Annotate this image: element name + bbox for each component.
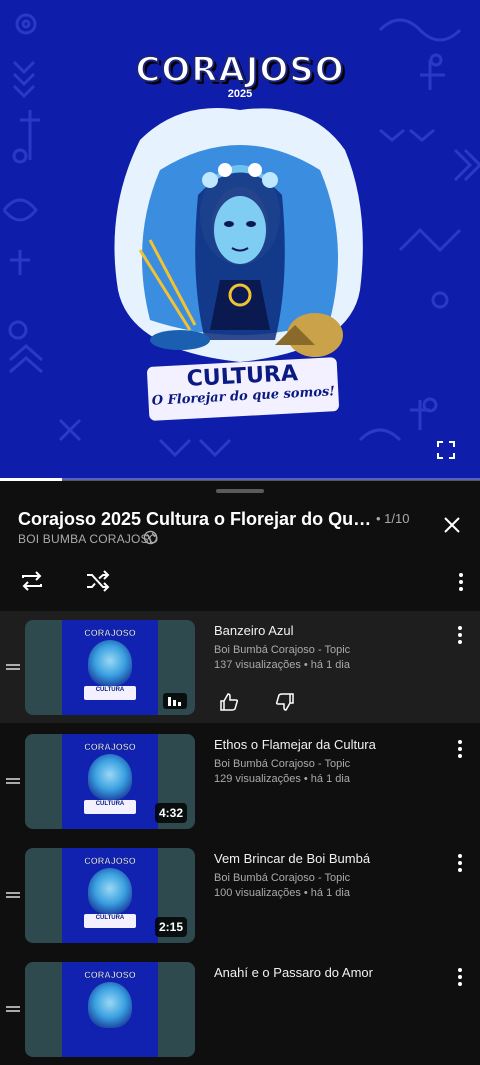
drag-handle-icon[interactable]	[5, 777, 21, 785]
playlist-channel[interactable]: BOI BUMBA CORAJOSO	[18, 532, 158, 546]
video-thumbnail[interactable]: CORAJOSO	[25, 962, 195, 1057]
artwork-illustration	[114, 108, 363, 362]
close-icon[interactable]	[438, 511, 466, 539]
thumbnail-artwork: CORAJOSO CULTURA	[62, 734, 158, 829]
shuffle-icon[interactable]	[84, 567, 112, 595]
playlist-item[interactable]: CORAJOSO CULTURA 4:32 Ethos o Flamejar da C…	[0, 725, 480, 837]
thumbnail-title: CORAJOSO	[84, 628, 136, 639]
like-icon[interactable]	[218, 691, 240, 713]
item-more-icon[interactable]	[452, 853, 468, 873]
playlist-item[interactable]: CORAJOSO Anahí e o Passaro do Amor	[0, 953, 480, 1065]
thumbnail-title: CORAJOSO	[84, 856, 136, 867]
item-more-icon[interactable]	[452, 739, 468, 759]
artwork-year: 2025	[227, 88, 253, 100]
item-title[interactable]: Ethos o Flamejar da Cultura	[214, 737, 376, 752]
drag-handle[interactable]	[216, 489, 264, 493]
thumbnail-figure	[88, 754, 132, 800]
thumbnail-artwork: CORAJOSO	[62, 962, 158, 1057]
item-title[interactable]: Banzeiro Azul	[214, 623, 294, 638]
artwork-banner: CULTURA O Florejar do que somos!	[146, 357, 340, 421]
item-channel: Boi Bumbá Corajoso - Topic	[214, 644, 351, 656]
item-title[interactable]: Vem Brincar de Boi Bumbá	[214, 851, 370, 866]
video-thumbnail[interactable]: CORAJOSO CULTURA	[25, 620, 195, 715]
thumbnail-artwork: CORAJOSO CULTURA	[62, 848, 158, 943]
video-player[interactable]: CORAJOSO 2025 CULTURA O Florejar do que …	[0, 0, 480, 480]
item-channel: Boi Bumbá Corajoso - Topic	[214, 758, 351, 770]
playlist-title[interactable]: Corajoso 2025 Cultura o Florejar do Que …	[18, 509, 373, 530]
thumbnail-artwork: CORAJOSO CULTURA	[62, 620, 158, 715]
thumbnail-figure	[88, 982, 132, 1028]
playlist-index: • 1/10	[376, 511, 410, 526]
video-thumbnail[interactable]: CORAJOSO CULTURA 4:32	[25, 734, 195, 829]
dislike-icon[interactable]	[274, 691, 296, 713]
thumbnail-title: CORAJOSO	[84, 970, 136, 981]
video-thumbnail[interactable]: CORAJOSO CULTURA 2:15	[25, 848, 195, 943]
more-vert-icon[interactable]	[450, 571, 472, 593]
loop-icon[interactable]	[18, 567, 46, 595]
thumbnail-banner: CULTURA	[84, 914, 136, 928]
item-more-icon[interactable]	[452, 625, 468, 645]
item-meta: 137 visualizações • há 1 dia	[214, 659, 350, 671]
duration-badge: 4:32	[154, 803, 187, 823]
drag-handle-icon[interactable]	[5, 1005, 21, 1013]
drag-handle-icon[interactable]	[5, 891, 21, 899]
drag-handle-icon[interactable]	[5, 663, 21, 671]
globe-icon	[143, 530, 158, 545]
item-more-icon[interactable]	[452, 967, 468, 987]
artwork-title: CORAJOSO	[134, 49, 345, 91]
thumbnail-banner: CULTURA	[84, 800, 136, 814]
thumbnail-title: CORAJOSO	[84, 742, 136, 753]
now-playing-icon	[163, 693, 187, 709]
item-meta: 100 visualizações • há 1 dia	[214, 887, 350, 899]
item-meta: 129 visualizações • há 1 dia	[214, 773, 350, 785]
playlist-item[interactable]: CORAJOSO CULTURA 2:15 Vem Brincar de Boi Bu…	[0, 839, 480, 951]
playlist-panel: Corajoso 2025 Cultura o Florejar do Que …	[0, 481, 480, 1057]
thumbnail-banner: CULTURA	[84, 686, 136, 700]
fullscreen-icon[interactable]	[434, 438, 458, 462]
playlist-item[interactable]: CORAJOSO CULTURA Banzeiro Azul Boi Bumbá Co…	[0, 611, 480, 723]
item-title[interactable]: Anahí e o Passaro do Amor	[214, 965, 373, 980]
thumbnail-figure	[88, 868, 132, 914]
item-channel: Boi Bumbá Corajoso - Topic	[214, 872, 351, 884]
duration-badge: 2:15	[154, 917, 187, 937]
thumbnail-figure	[88, 640, 132, 686]
